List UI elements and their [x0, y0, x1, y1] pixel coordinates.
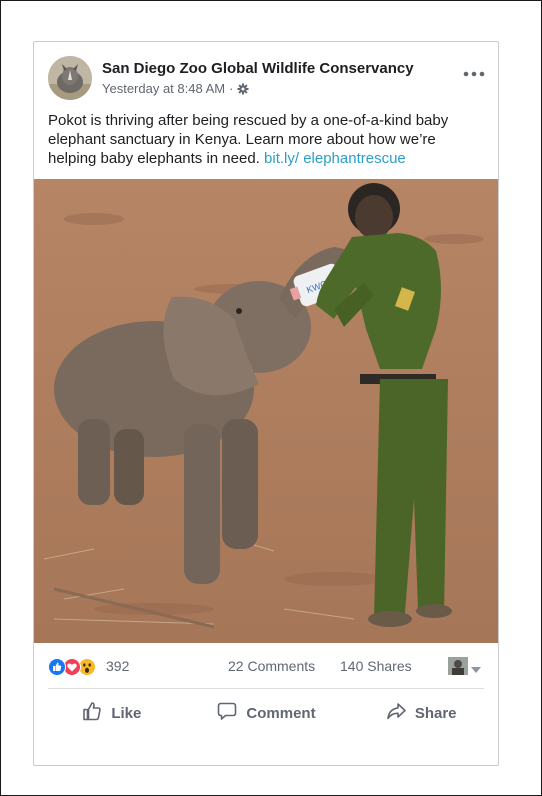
comments-count[interactable]: 22 Comments — [228, 658, 315, 674]
page-avatar[interactable] — [48, 56, 92, 100]
post-actions: Like Comment Share — [34, 694, 498, 732]
post-as-selector[interactable] — [448, 657, 481, 680]
post-timestamp[interactable]: Yesterday at 8:48 AM — [102, 81, 225, 96]
shares-count[interactable]: 140 Shares — [340, 658, 412, 674]
post-message: Pokot is thriving after being rescued by… — [48, 111, 480, 168]
more-options-icon[interactable] — [463, 66, 485, 77]
share-label: Share — [414, 704, 457, 722]
comment-button[interactable]: Comment — [189, 694, 344, 732]
reaction-icons[interactable] — [48, 658, 96, 681]
actions-divider — [48, 688, 484, 689]
engagement-bar: 392 22 Comments 140 Shares — [34, 643, 498, 689]
facebook-post-card: San Diego Zoo Global Wildlife Conservanc… — [33, 41, 499, 766]
viewer-avatar — [448, 657, 468, 680]
reaction-count[interactable]: 392 — [106, 658, 129, 674]
comment-label: Comment — [246, 704, 316, 722]
public-gear-icon[interactable] — [237, 83, 249, 95]
like-label: Like — [111, 704, 142, 722]
meta-separator: · — [229, 81, 234, 96]
like-reaction-icon — [48, 658, 66, 681]
page-name[interactable]: San Diego Zoo Global Wildlife Conservanc… — [102, 60, 414, 77]
thumbs-up-icon — [81, 700, 103, 726]
post-link[interactable]: bit.ly/ elephantrescue — [264, 150, 406, 167]
post-meta: Yesterday at 8:48 AM · — [102, 81, 249, 96]
share-button[interactable]: Share — [343, 694, 498, 732]
comment-bubble-icon — [216, 700, 238, 726]
chevron-down-icon — [471, 660, 481, 678]
share-arrow-icon — [385, 700, 407, 726]
post-photo[interactable]: KWCT — [34, 179, 498, 643]
elephant-feeding-image: KWCT — [34, 179, 498, 643]
like-button[interactable]: Like — [34, 694, 189, 732]
